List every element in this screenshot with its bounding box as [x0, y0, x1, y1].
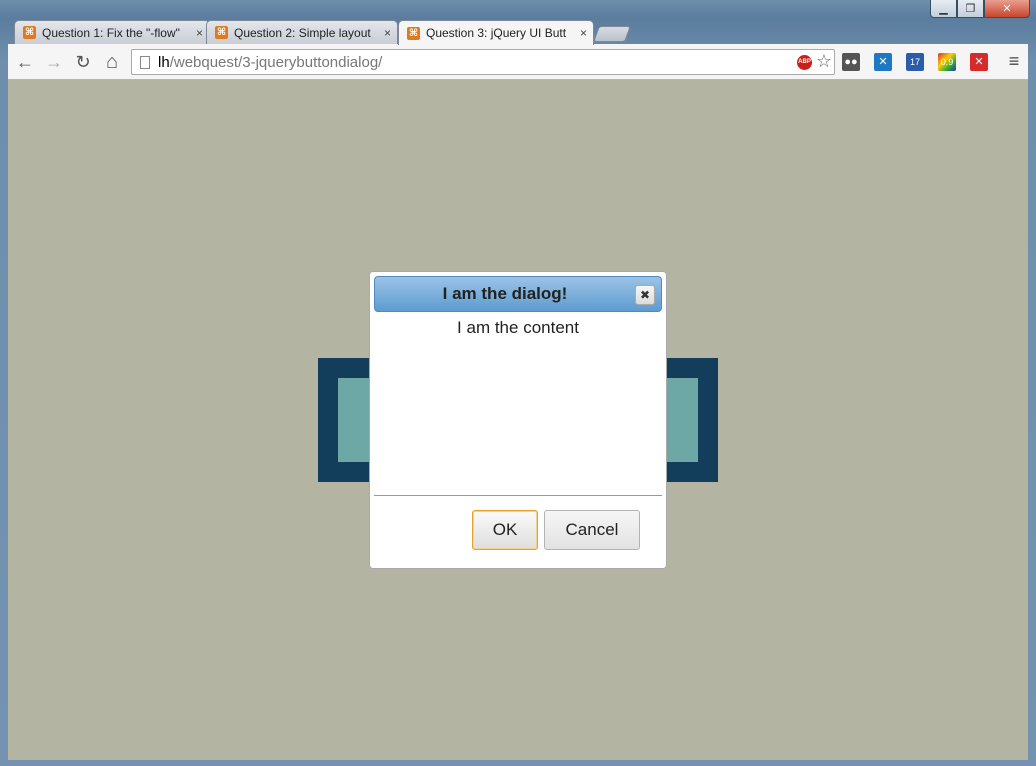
- xampp-favicon-icon: ⌘: [215, 26, 228, 39]
- dialog-close-icon[interactable]: ✖: [635, 285, 655, 305]
- glasses-extension-icon[interactable]: ●●: [842, 53, 860, 71]
- url-host: lh: [158, 53, 170, 71]
- ok-button[interactable]: OK: [472, 510, 538, 550]
- window-close-button[interactable]: ✕: [984, 0, 1030, 18]
- tab-label: Question 3: jQuery UI Butt: [426, 26, 567, 40]
- adblock-icon[interactable]: ABP: [797, 55, 812, 70]
- tab-close-icon[interactable]: ×: [196, 26, 203, 40]
- tab-label: Question 2: Simple layout: [234, 25, 371, 40]
- home-icon[interactable]: ⌂: [101, 51, 123, 73]
- browser-toolbar: ← → ↻ ⌂ lh/webquest/3-jquerybuttondialog…: [8, 44, 1028, 80]
- x-extension-icon[interactable]: ✕: [874, 53, 892, 71]
- forward-arrow-icon[interactable]: →: [43, 51, 65, 73]
- bookmark-star-icon[interactable]: ☆: [816, 51, 832, 72]
- menu-icon[interactable]: ≡: [1006, 51, 1022, 72]
- dialog-title: I am the dialog!: [442, 284, 568, 303]
- dialog-content: I am the content: [457, 318, 579, 337]
- back-arrow-icon[interactable]: ←: [14, 51, 36, 73]
- dialog: I am the dialog! ✖ I am the content OK C…: [369, 271, 667, 569]
- sitemap-extension-icon[interactable]: 17: [906, 53, 924, 71]
- tab-label: Question 1: Fix the "-flow": [42, 25, 180, 40]
- page-icon: [140, 55, 150, 69]
- tab-question-3[interactable]: ⌘ Question 3: jQuery UI Butt ×: [398, 20, 594, 45]
- window-controls: ▁ ❐ ✕: [930, 0, 1030, 20]
- tab-close-icon[interactable]: ×: [580, 26, 587, 40]
- page-viewport: I am the dialog! ✖ I am the content OK C…: [8, 80, 1028, 760]
- xampp-favicon-icon: ⌘: [23, 26, 36, 39]
- tab-question-2[interactable]: ⌘ Question 2: Simple layout ×: [206, 20, 398, 44]
- red-x-extension-icon[interactable]: ✕: [970, 53, 988, 71]
- tab-question-1[interactable]: ⌘ Question 1: Fix the "-flow" ×: [14, 20, 210, 44]
- dialog-titlebar[interactable]: I am the dialog! ✖: [374, 276, 662, 312]
- color-extension-icon[interactable]: 0.9: [938, 53, 956, 71]
- minimize-button[interactable]: ▁: [930, 0, 957, 18]
- reload-icon[interactable]: ↻: [72, 51, 94, 73]
- tab-close-icon[interactable]: ×: [384, 26, 391, 40]
- new-tab-button[interactable]: [593, 26, 631, 42]
- address-bar[interactable]: lh/webquest/3-jquerybuttondialog/ ABP ☆: [131, 49, 835, 75]
- xampp-favicon-icon: ⌘: [407, 26, 420, 40]
- dialog-button-pane: OK Cancel: [374, 495, 662, 568]
- tab-strip: ⌘ Question 1: Fix the "-flow" × ⌘ Questi…: [8, 20, 1028, 45]
- cancel-button[interactable]: Cancel: [544, 510, 640, 550]
- maximize-button[interactable]: ❐: [957, 0, 984, 18]
- browser-window: ▁ ❐ ✕ ⌘ Question 1: Fix the "-flow" × ⌘ …: [0, 0, 1036, 766]
- url-path: /webquest/3-jquerybuttondialog/: [169, 53, 383, 71]
